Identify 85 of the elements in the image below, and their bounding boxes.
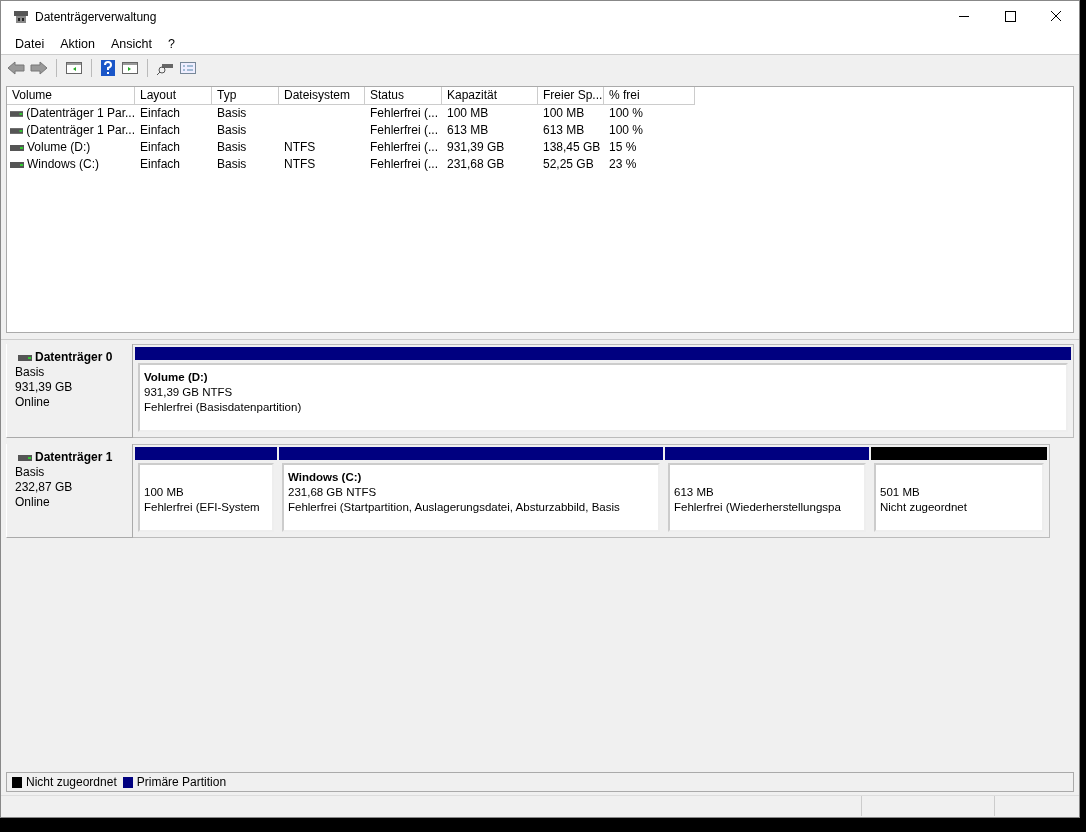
column-header[interactable]: % frei: [604, 87, 695, 105]
table-cell: Einfach: [140, 122, 181, 139]
partition-size: 231,68 GB NTFS: [288, 485, 378, 500]
partition-block[interactable]: Windows (C:) 231,68 GB NTFS Fehlerfrei (Startpartition, Auslagerungsdatei, Absturzabbild, Basis: [279, 447, 663, 535]
partition-block[interactable]: 501 MB Nicht zugeordnet: [871, 447, 1047, 535]
drive-icon: [18, 354, 32, 361]
partition-status: Fehlerfrei (EFI-System: [144, 500, 261, 515]
disk-info-panel[interactable]: Datenträger 1 Basis 232,87 GB Online: [6, 444, 133, 538]
help-icon[interactable]: [100, 59, 116, 77]
panel-icon[interactable]: [121, 60, 139, 76]
menu-item[interactable]: Ansicht: [102, 36, 160, 51]
window-title: Datenträgerverwaltung: [35, 10, 158, 24]
table-cell: Volume (D:): [27, 139, 91, 156]
partition-size: 613 MB: [674, 485, 715, 500]
column-header[interactable]: Kapazität: [442, 87, 538, 105]
back-arrow-icon[interactable]: [7, 60, 25, 76]
partition-size: 931,39 GB NTFS: [144, 385, 234, 400]
column-header[interactable]: Dateisystem: [279, 87, 365, 105]
partition-status: Fehlerfrei (Startpartition, Auslagerungsdatei, Absturzabbild, Basis: [288, 500, 621, 515]
table-cell: Fehlerfrei (...: [370, 105, 438, 122]
drive-icon: [10, 127, 24, 134]
menu-item[interactable]: Aktion: [52, 36, 103, 51]
table-cell: 231,68 GB: [447, 156, 505, 173]
partition-block[interactable]: 613 MB Fehlerfrei (Wiederherstellungspa: [665, 447, 869, 535]
table-cell: 100 MB: [543, 105, 585, 122]
disk-info-panel[interactable]: Datenträger 0 Basis 931,39 GB Online: [6, 344, 133, 438]
table-cell: Basis: [217, 139, 247, 156]
table-cell: Einfach: [140, 105, 181, 122]
table-cell: 52,25 GB: [543, 156, 594, 173]
menu-item[interactable]: ?: [159, 36, 183, 51]
table-cell: 613 MB: [447, 122, 489, 139]
legend-label: Nicht zugeordnet: [26, 775, 117, 789]
table-cell: Windows (C:): [27, 156, 99, 173]
drive-icon: [10, 110, 24, 117]
drive-icon: [18, 454, 32, 461]
partition-status: Fehlerfrei (Basisdatenpartition): [144, 400, 303, 415]
partition-title: Volume (D:): [144, 370, 209, 385]
disk-type: Basis: [15, 365, 46, 380]
table-cell: Fehlerfrei (...: [370, 156, 438, 173]
column-header[interactable]: Layout: [135, 87, 212, 105]
drive-icon: [10, 161, 24, 168]
table-cell: Einfach: [140, 139, 181, 156]
table-cell: (Datenträger 1 Par...: [26, 122, 135, 139]
partition-size: 100 MB: [144, 485, 185, 500]
table-cell: 23 %: [609, 156, 637, 173]
disk-size: 232,87 GB: [15, 480, 74, 495]
table-cell: Fehlerfrei (...: [370, 139, 438, 156]
partition-block[interactable]: Volume (D:) 931,39 GB NTFS Fehlerfrei (Basisdatenpartition): [135, 347, 1071, 435]
disk-type: Basis: [15, 465, 46, 480]
disk-state: Online: [15, 495, 51, 510]
table-cell: 613 MB: [543, 122, 585, 139]
partition-status: Fehlerfrei (Wiederherstellungspa: [674, 500, 842, 515]
checklist-icon[interactable]: [179, 60, 197, 76]
table-cell: 15 %: [609, 139, 637, 156]
panel-icon[interactable]: [65, 60, 83, 76]
drive-icon: [10, 144, 24, 151]
column-header[interactable]: Freier Sp...: [538, 87, 604, 105]
legend-label: Primäre Partition: [136, 775, 227, 789]
disk-size: 931,39 GB: [15, 380, 74, 395]
column-header[interactable]: Volume: [7, 87, 135, 105]
table-cell: Basis: [217, 156, 247, 173]
table-cell: 100 %: [609, 105, 644, 122]
table-cell: NTFS: [284, 156, 316, 173]
table-cell: 100 MB: [447, 105, 489, 122]
table-cell: 931,39 GB: [447, 139, 505, 156]
table-cell: Fehlerfrei (...: [370, 122, 438, 139]
table-cell: Einfach: [140, 156, 181, 173]
table-cell: (Datenträger 1 Par...: [26, 105, 135, 122]
table-cell: Basis: [217, 122, 247, 139]
table-cell: 138,45 GB: [543, 139, 601, 156]
partition-status: Nicht zugeordnet: [880, 500, 968, 515]
table-cell: NTFS: [284, 139, 316, 156]
column-header[interactable]: Typ: [212, 87, 279, 105]
partition-size: 501 MB: [880, 485, 921, 500]
forward-arrow-icon[interactable]: [30, 60, 48, 76]
disk-drive-icon: [13, 10, 29, 24]
column-header[interactable]: Status: [365, 87, 442, 105]
menu-item[interactable]: Datei: [7, 36, 53, 51]
disk-state: Online: [15, 395, 51, 410]
disk-name: Datenträger 0: [35, 350, 113, 365]
disk-name: Datenträger 1: [35, 450, 113, 465]
partition-block[interactable]: 100 MB Fehlerfrei (EFI-System: [135, 447, 277, 535]
partition-title: Windows (C:): [288, 470, 363, 485]
table-cell: Basis: [217, 105, 247, 122]
table-cell: 100 %: [609, 122, 644, 139]
